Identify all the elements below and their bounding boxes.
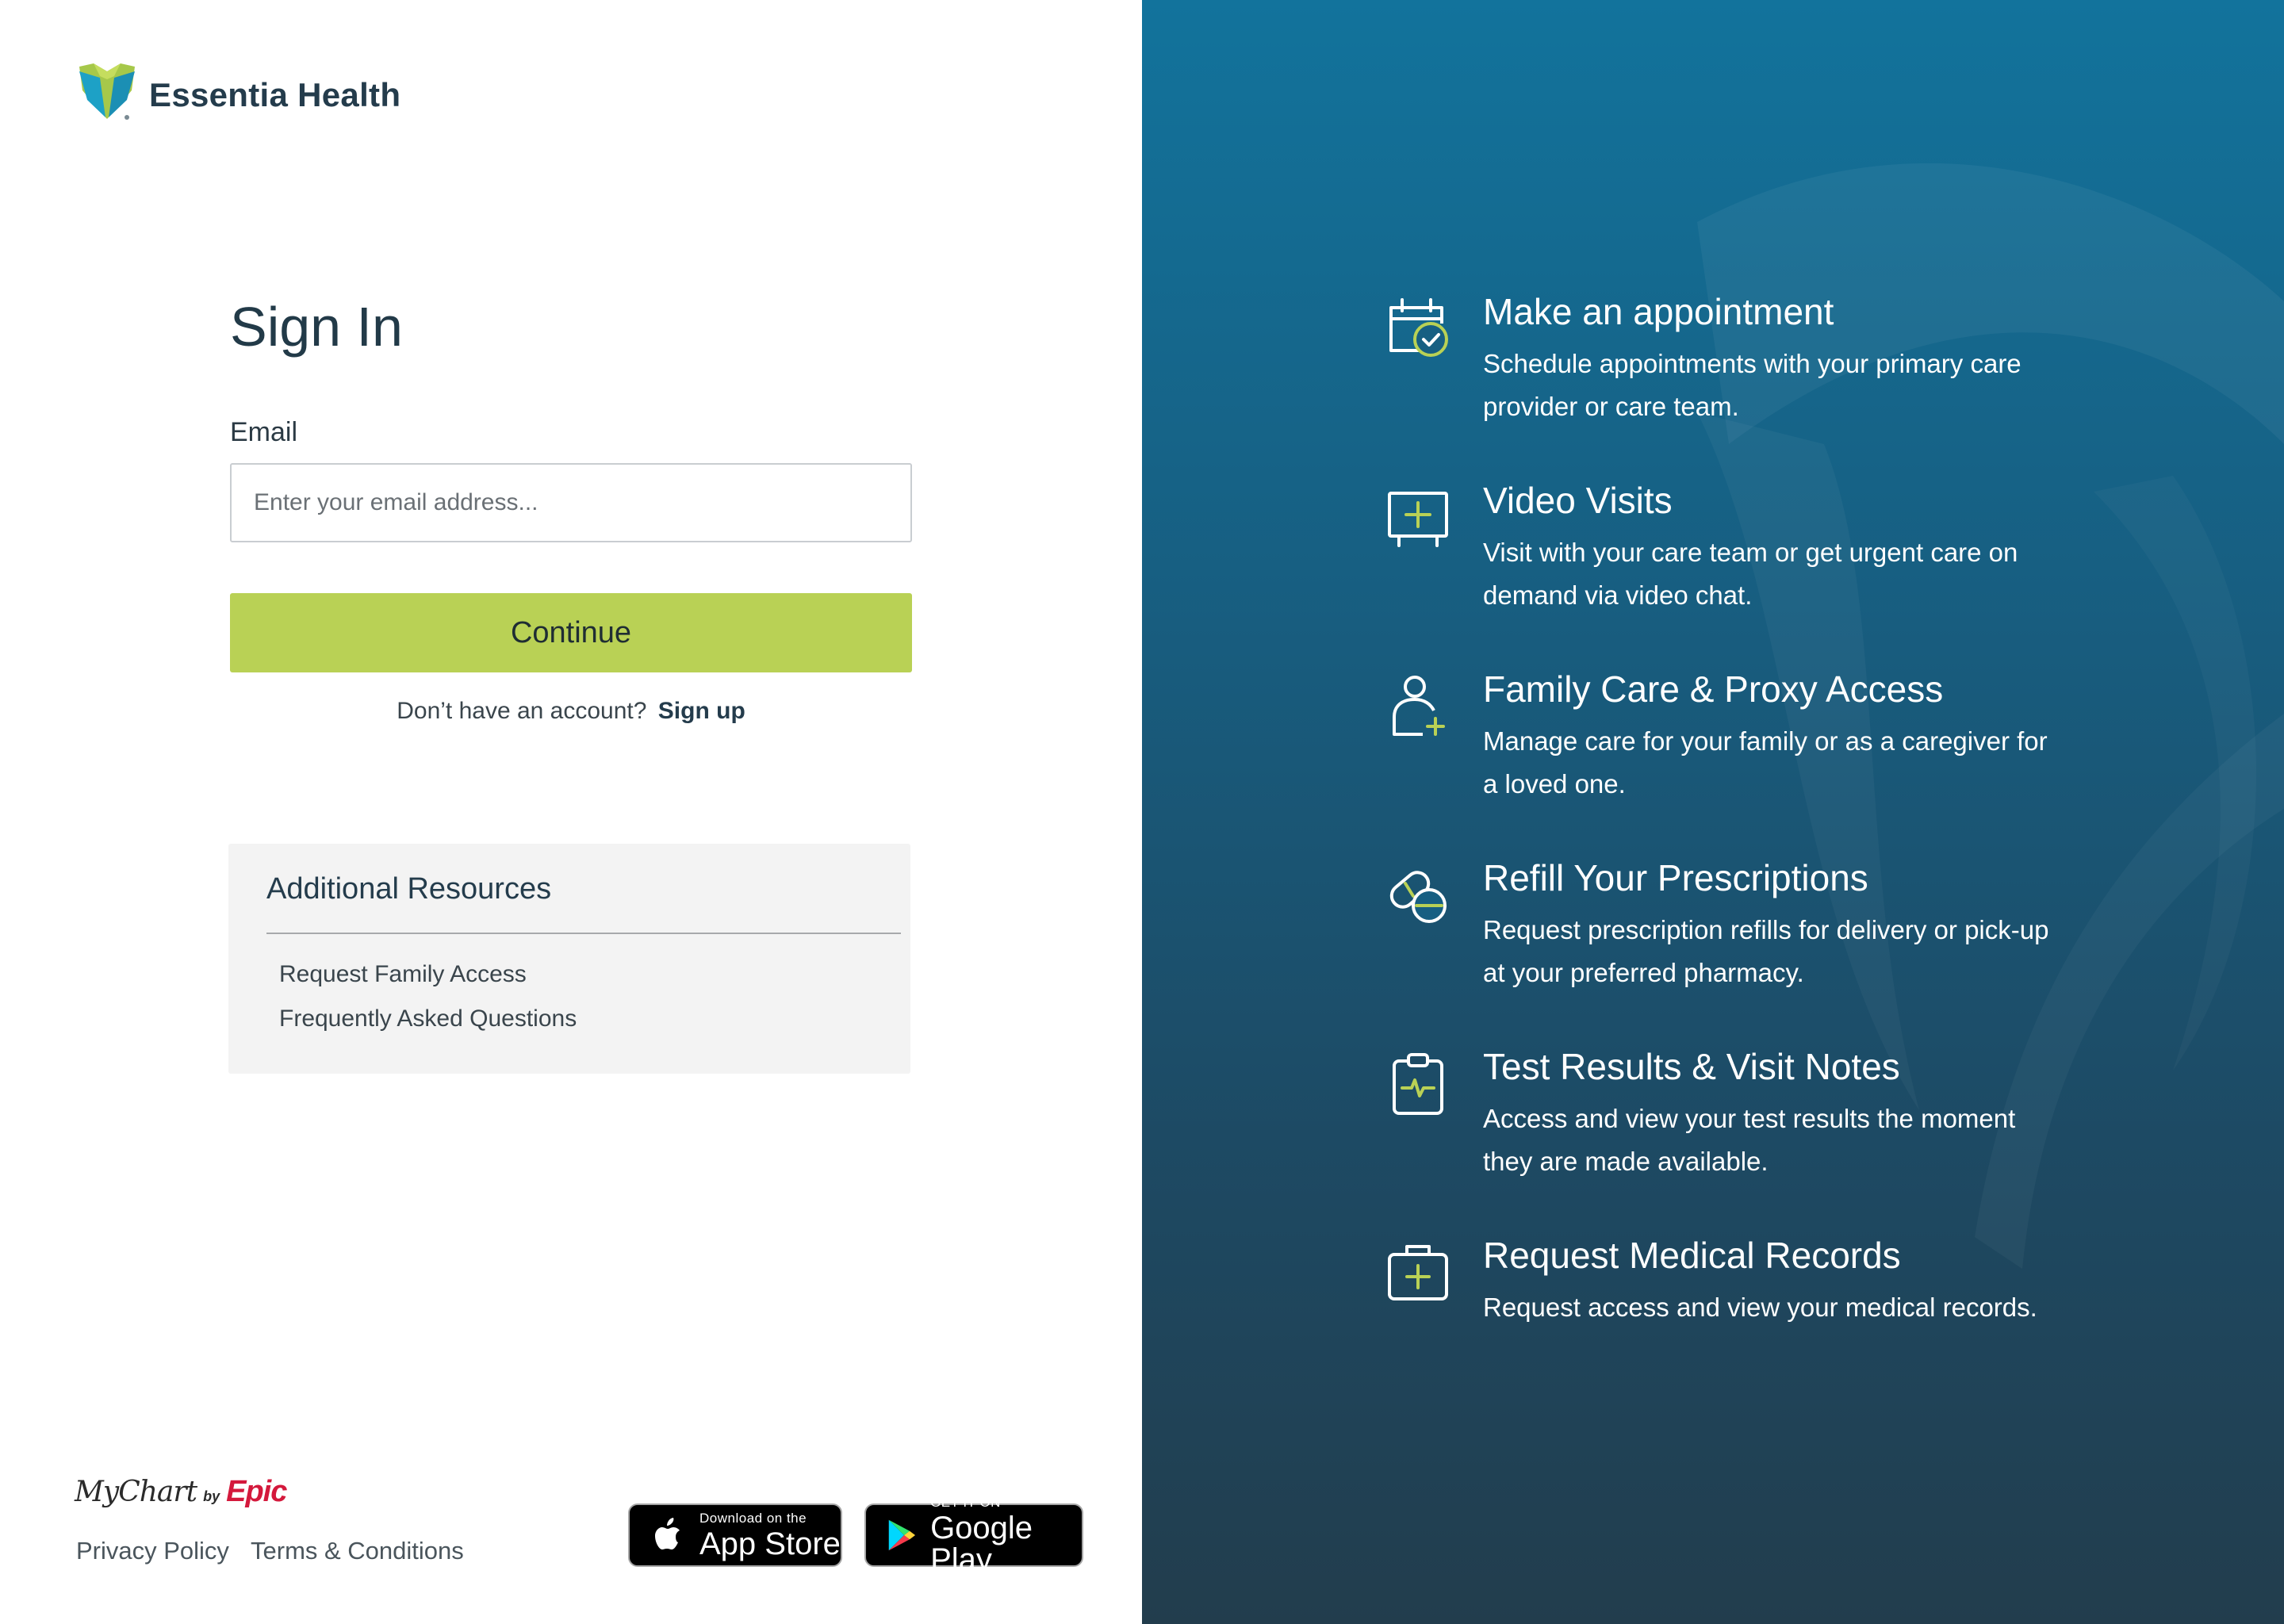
feature-title: Refill Your Prescriptions (1483, 857, 1868, 898)
feature-description: Visit with your care team or get urgent … (1483, 538, 2018, 610)
no-account-text: Don’t have an account? (397, 698, 647, 724)
app-store-badge[interactable]: Download on the App Store (628, 1503, 842, 1567)
feature-description: Request prescription refills for deliver… (1483, 915, 2049, 987)
video-plus-icon (1388, 492, 1448, 547)
feature-title: Request Medical Records (1483, 1235, 1901, 1276)
feature-title: Family Care & Proxy Access (1483, 668, 1944, 710)
feature-description: Schedule appointments with your primary … (1483, 349, 2021, 421)
terms-conditions-link[interactable]: Terms & Conditions (251, 1537, 464, 1565)
email-field[interactable] (230, 463, 912, 542)
feature-title: Make an appointment (1483, 291, 1834, 332)
by-word: by (203, 1488, 220, 1504)
email-label: Email (230, 417, 298, 447)
clipboard-pulse-icon (1393, 1053, 1443, 1115)
google-play-icon (888, 1519, 916, 1551)
medical-bag-icon (1388, 1245, 1448, 1300)
feature-description: Access and view your test results the mo… (1483, 1104, 2016, 1176)
epic-wordmark: Epic (226, 1475, 287, 1508)
page-title: Sign In (230, 296, 403, 358)
essentia-logo[interactable]: Essentia Health (76, 59, 400, 122)
privacy-policy-link[interactable]: Privacy Policy (76, 1537, 229, 1565)
essentia-leaf-icon (79, 63, 135, 120)
feature-title: Video Visits (1483, 480, 1673, 521)
mychart-by-epic-logo: MyChart by Epic (75, 1475, 287, 1509)
feature-description: Manage care for your family or as a care… (1483, 726, 2048, 799)
continue-button[interactable]: Continue (230, 593, 912, 672)
leaf-watermark (1697, 163, 2284, 1269)
sign-up-link[interactable]: Sign up (658, 698, 745, 724)
feature-title: Test Results & Visit Notes (1483, 1046, 1900, 1087)
request-family-access-link[interactable]: Request Family Access (279, 961, 527, 988)
faq-link[interactable]: Frequently Asked Questions (279, 1005, 577, 1032)
app-store-small-text: Download on the (699, 1510, 807, 1526)
calendar-check-icon (1389, 298, 1448, 357)
feature-description: Request access and view your medical rec… (1483, 1293, 2037, 1322)
brand-name: Essentia Health (149, 76, 401, 113)
google-play-badge[interactable]: GET IT ON Google Play (864, 1496, 1083, 1576)
resources-divider (266, 933, 901, 934)
apple-icon (655, 1518, 680, 1549)
google-play-small-text: GET IT ON (930, 1494, 1001, 1510)
mychart-wordmark: MyChart (75, 1476, 197, 1508)
app-store-big-text: App Store (699, 1526, 841, 1561)
resources-title: Additional Resources (266, 872, 552, 906)
pills-icon (1389, 871, 1447, 923)
google-play-big-text: Google Play (930, 1510, 1033, 1577)
signup-prompt: Don’t have an account? Sign up (230, 698, 912, 725)
sign-in-panel: Essentia Health Sign In Email Continue D… (0, 0, 1142, 1624)
features-panel: Make an appointment Schedule appointment… (1142, 0, 2284, 1624)
additional-resources-box: Additional Resources Request Family Acce… (228, 844, 910, 1074)
person-plus-icon (1393, 676, 1445, 736)
